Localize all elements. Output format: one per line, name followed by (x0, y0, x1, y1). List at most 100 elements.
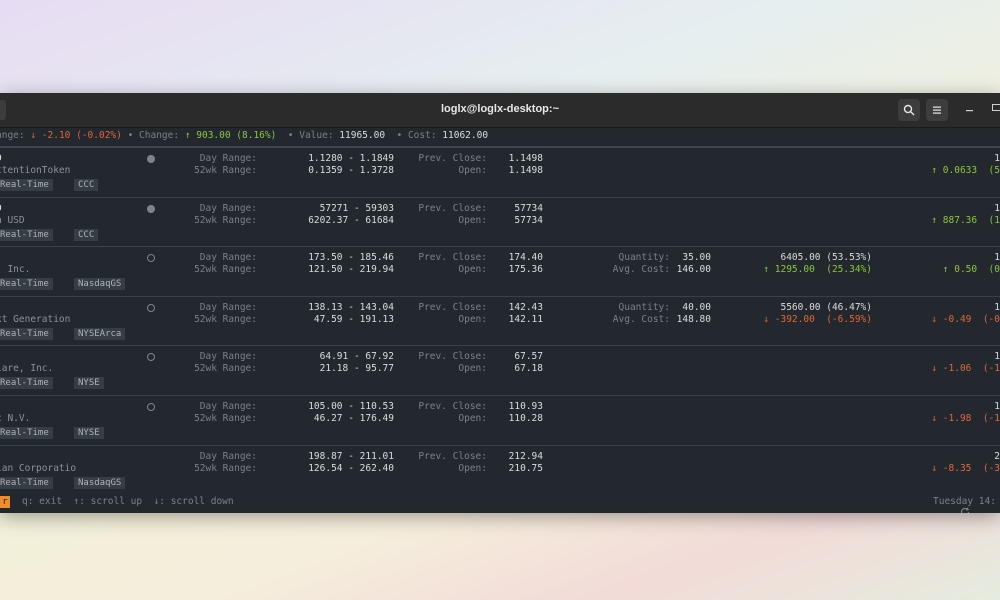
price-value: 1 (994, 401, 1000, 412)
prev-close-label: Prev. Close: (418, 153, 487, 164)
clock-text: Tuesday 14: (933, 496, 996, 507)
security-name: lan Corporatio (0, 462, 77, 474)
prev-close-label: Prev. Close: (418, 301, 487, 313)
day-change-label: ange: (0, 130, 25, 141)
quote-type-badge: Real-Time (0, 377, 53, 390)
quote-type-badge: Real-Time (0, 427, 53, 439)
refresh-key[interactable]: r (0, 496, 10, 508)
open-value: 142.11 (508, 313, 543, 325)
prev-close-value: 67.57 (514, 351, 543, 363)
day-range-label: Day Range: (199, 351, 257, 363)
quote-row[interactable]: Dn USD Real-Time CCC Day Range:52wk Range: 5… (0, 198, 1000, 248)
market-state-icon (147, 254, 155, 263)
search-icon (903, 104, 915, 116)
prev-close-label: Prev. Close: (418, 401, 487, 412)
day-range-label: Day Range: (199, 401, 257, 412)
quote-type-badge: Real-Time (0, 179, 53, 191)
open-label: Open: (458, 264, 487, 276)
prev-close-value: 142.43 (508, 301, 543, 313)
52wk-range-label: 52wk Range: (194, 264, 257, 276)
position-gain: ↓ -392.00 (-6.59%) (763, 313, 872, 325)
price-value: 1 (994, 351, 1000, 363)
open-label: Open: (458, 313, 487, 325)
52wk-range-value: 0.1359 - 1.3728 (308, 165, 394, 176)
prev-close-value: 1.1498 (508, 153, 543, 164)
day-range-value: 105.00 - 110.53 (308, 401, 394, 412)
change-value: ↑ 903.00 (8.16%) (184, 130, 277, 141)
open-value: 175.36 (508, 264, 543, 276)
terminal-window: loglx@loglx-desktop:~ ange: ↓ -2.10 (-0.… (0, 93, 1000, 513)
exchange-badge: CCC (74, 228, 99, 241)
price-change: ↓ -8.35 (-3 (931, 462, 1000, 474)
day-range-label: Day Range: (199, 153, 257, 164)
search-button[interactable] (898, 99, 920, 121)
exchange-badge: CCC (74, 179, 99, 191)
quote-row[interactable]: lan Corporatio Real-Time NasdaqGS Day Range… (0, 446, 1000, 496)
quote-row[interactable]: DttentionToken Real-Time CCC Day Range:52wk… (0, 148, 1000, 198)
52wk-range-label: 52wk Range: (194, 313, 257, 325)
price-value: 1 (994, 202, 1000, 214)
price-change: ↑ 0.0633 (5 (931, 165, 1000, 176)
day-range-value: 138.13 - 143.04 (308, 301, 394, 313)
hamburger-icon (933, 106, 941, 114)
quote-row[interactable]: c N.V. Real-Time NYSE Day Range:52wk Range:… (0, 396, 1000, 446)
prev-close-label: Prev. Close: (418, 202, 487, 214)
prev-close-value: 174.40 (508, 252, 543, 264)
52wk-range-value: 126.54 - 262.40 (308, 462, 394, 474)
position-value: 6405.00 (53.53%) (780, 252, 872, 264)
market-state-icon (147, 204, 155, 213)
prev-close-label: Prev. Close: (418, 252, 487, 264)
open-label: Open: (458, 413, 487, 424)
exchange-badge: NasdaqGS (74, 476, 126, 489)
value-value: 11965.00 (339, 130, 386, 141)
quote-type-badge: Real-Time (0, 228, 53, 241)
exchange-badge: NYSEArca (74, 327, 126, 340)
quantity-value: 40.00 (682, 301, 711, 313)
exchange-badge: NYSE (74, 377, 104, 390)
exchange-badge: NYSE (74, 427, 104, 439)
price-change: ↑ 0.50 (0 (942, 264, 1000, 276)
price-change: ↓ -0.49 (-0 (931, 313, 1000, 325)
quantity-label: Quantity: (618, 252, 670, 264)
quote-row[interactable]: xt Generation Real-Time NYSEArca Day Range:… (0, 297, 1000, 347)
avg-cost-value: 146.00 (676, 264, 711, 276)
ticker-symbol: D (0, 153, 2, 164)
value-label: • Value: (287, 130, 334, 141)
maximize-button[interactable] (992, 102, 1000, 115)
title-bar: loglx@loglx-desktop:~ (0, 93, 1000, 128)
avg-cost-value: 148.80 (676, 313, 711, 325)
cost-label: • Cost: (396, 130, 437, 141)
terminal-content: ange: ↓ -2.10 (-0.02%) • Change: ↑ 903.0… (0, 128, 1000, 513)
52wk-range-label: 52wk Range: (194, 165, 257, 176)
menu-button[interactable] (926, 99, 948, 121)
52wk-range-label: 52wk Range: (194, 214, 257, 226)
day-range-label: Day Range: (199, 301, 257, 313)
day-change-value: ↓ -2.10 (-0.02%) (30, 130, 122, 141)
52wk-range-value: 121.50 - 219.94 (308, 264, 394, 276)
avg-cost-label: Avg. Cost: (612, 264, 670, 276)
prev-close-label: Prev. Close: (418, 351, 487, 363)
52wk-range-label: 52wk Range: (194, 413, 257, 424)
open-value: 67.18 (514, 363, 543, 375)
minimize-button[interactable] (966, 102, 974, 115)
window-title: loglx@loglx-desktop:~ (441, 103, 559, 115)
quote-row[interactable]: , Inc. Real-Time NasdaqGS Day Range:52wk Ra… (0, 247, 1000, 297)
open-value: 210.75 (508, 462, 543, 474)
open-value: 1.1498 (508, 165, 543, 176)
52wk-range-value: 21.18 - 95.77 (319, 363, 394, 375)
open-value: 57734 (514, 214, 543, 226)
security-name: , Inc. (0, 264, 31, 276)
ticker-symbol: D (0, 203, 2, 214)
quote-type-badge: Real-Time (0, 476, 53, 489)
day-range-value: 198.87 - 211.01 (308, 450, 394, 462)
quote-row[interactable]: lare, Inc. Real-Time NYSE Day Range: 52wk Ra… (0, 346, 1000, 396)
quote-type-badge: Real-Time (0, 327, 53, 340)
price-value: 1 (994, 252, 1000, 264)
open-label: Open: (458, 165, 487, 176)
quantity-value: 35.00 (682, 252, 711, 264)
help-text: q: exit ↑: scroll up ↓: scroll down (22, 496, 234, 507)
prev-close-label: Prev. Close: (418, 450, 487, 462)
day-range-label: Day Range: (199, 450, 257, 462)
day-range-value: 57271 - 59303 (319, 202, 394, 214)
price-change: ↓ -1.98 (-1 (931, 413, 1000, 424)
